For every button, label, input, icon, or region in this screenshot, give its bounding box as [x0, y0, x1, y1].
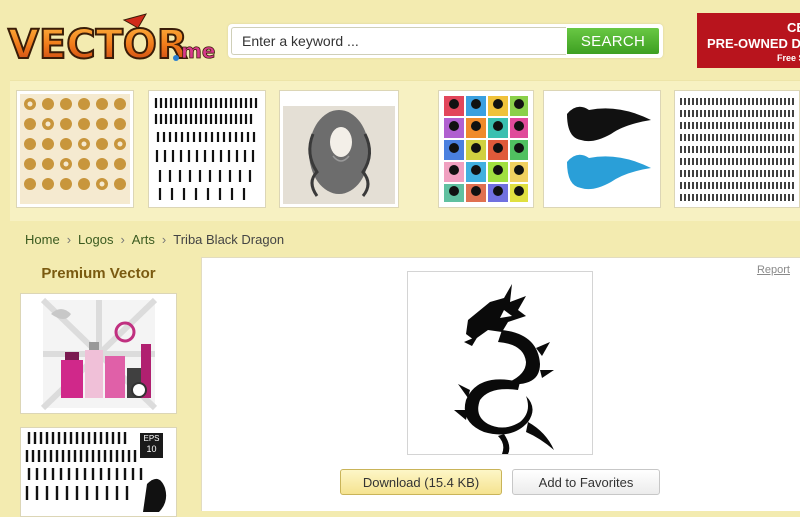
- premium-card-silhouettes[interactable]: EPS 10: [20, 427, 177, 517]
- colored-head-silhouettes-thumb: [442, 94, 530, 204]
- tribal-dragon-icon: [454, 284, 554, 454]
- curly-hair-woman-thumb: [283, 94, 395, 204]
- eps-badge-format: EPS: [143, 434, 160, 443]
- download-button[interactable]: Download (15.4 KB): [340, 469, 502, 495]
- search-button[interactable]: SEARCH: [566, 27, 660, 55]
- breadcrumb: Home › Logos › Arts › Triba Black Dragon: [25, 232, 284, 247]
- ornament-tiles-thumb: [20, 94, 130, 204]
- banner-ad[interactable]: CERT PRE-OWNED DE Free S: [697, 13, 800, 68]
- premium-card-cosmetics[interactable]: [20, 293, 177, 414]
- cosmetics-vector-thumb: [40, 297, 158, 411]
- ad-line-3: Free S: [777, 53, 800, 63]
- breadcrumb-home-link[interactable]: Home: [25, 232, 60, 247]
- vector-detail-panel: Report Download (15.4 KB) Add to Favorit…: [201, 257, 800, 511]
- featured-thumbnail-strip: [10, 80, 800, 221]
- report-link[interactable]: Report: [757, 264, 790, 276]
- eps-badge-version: 10: [146, 444, 157, 454]
- eps-badge: EPS 10: [140, 433, 163, 458]
- vector-preview[interactable]: [407, 271, 593, 455]
- site-header: VECTOR me SEARCH CERT PRE-OWNED DE Free …: [0, 0, 800, 80]
- breadcrumb-separator: ›: [120, 232, 125, 247]
- flowing-hair-silhouettes-thumb: [547, 94, 657, 204]
- thumbnail-curly-hair-woman[interactable]: [279, 90, 399, 208]
- breadcrumb-separator: ›: [161, 232, 167, 247]
- search-input[interactable]: [231, 27, 566, 55]
- breadcrumb-arts-link[interactable]: Arts: [132, 232, 155, 247]
- breadcrumb-separator: ›: [66, 232, 72, 247]
- crowd-silhouettes-thumb: [678, 94, 796, 204]
- breadcrumb-logos-link[interactable]: Logos: [78, 232, 113, 247]
- premium-vector-heading: Premium Vector: [41, 265, 156, 282]
- ad-line-2: PRE-OWNED DE: [707, 36, 800, 51]
- add-to-favorites-button[interactable]: Add to Favorites: [512, 469, 660, 495]
- thumbnail-people-silhouettes[interactable]: [148, 90, 266, 208]
- thumbnail-crowd-silhouettes[interactable]: [674, 90, 800, 208]
- ad-line-1: CERT: [787, 20, 800, 35]
- people-silhouettes-thumb: [152, 94, 262, 204]
- breadcrumb-current: Triba Black Dragon: [173, 232, 285, 247]
- thumbnail-flowing-hair-silhouettes[interactable]: [543, 90, 661, 208]
- logo-tld: me: [181, 39, 215, 63]
- thumbnail-ornament-tiles[interactable]: [16, 90, 134, 208]
- logo-wordmark: VECTOR: [8, 22, 188, 68]
- vector-me-logo[interactable]: VECTOR me: [6, 12, 218, 69]
- thumbnail-colored-head-silhouettes[interactable]: [438, 90, 534, 208]
